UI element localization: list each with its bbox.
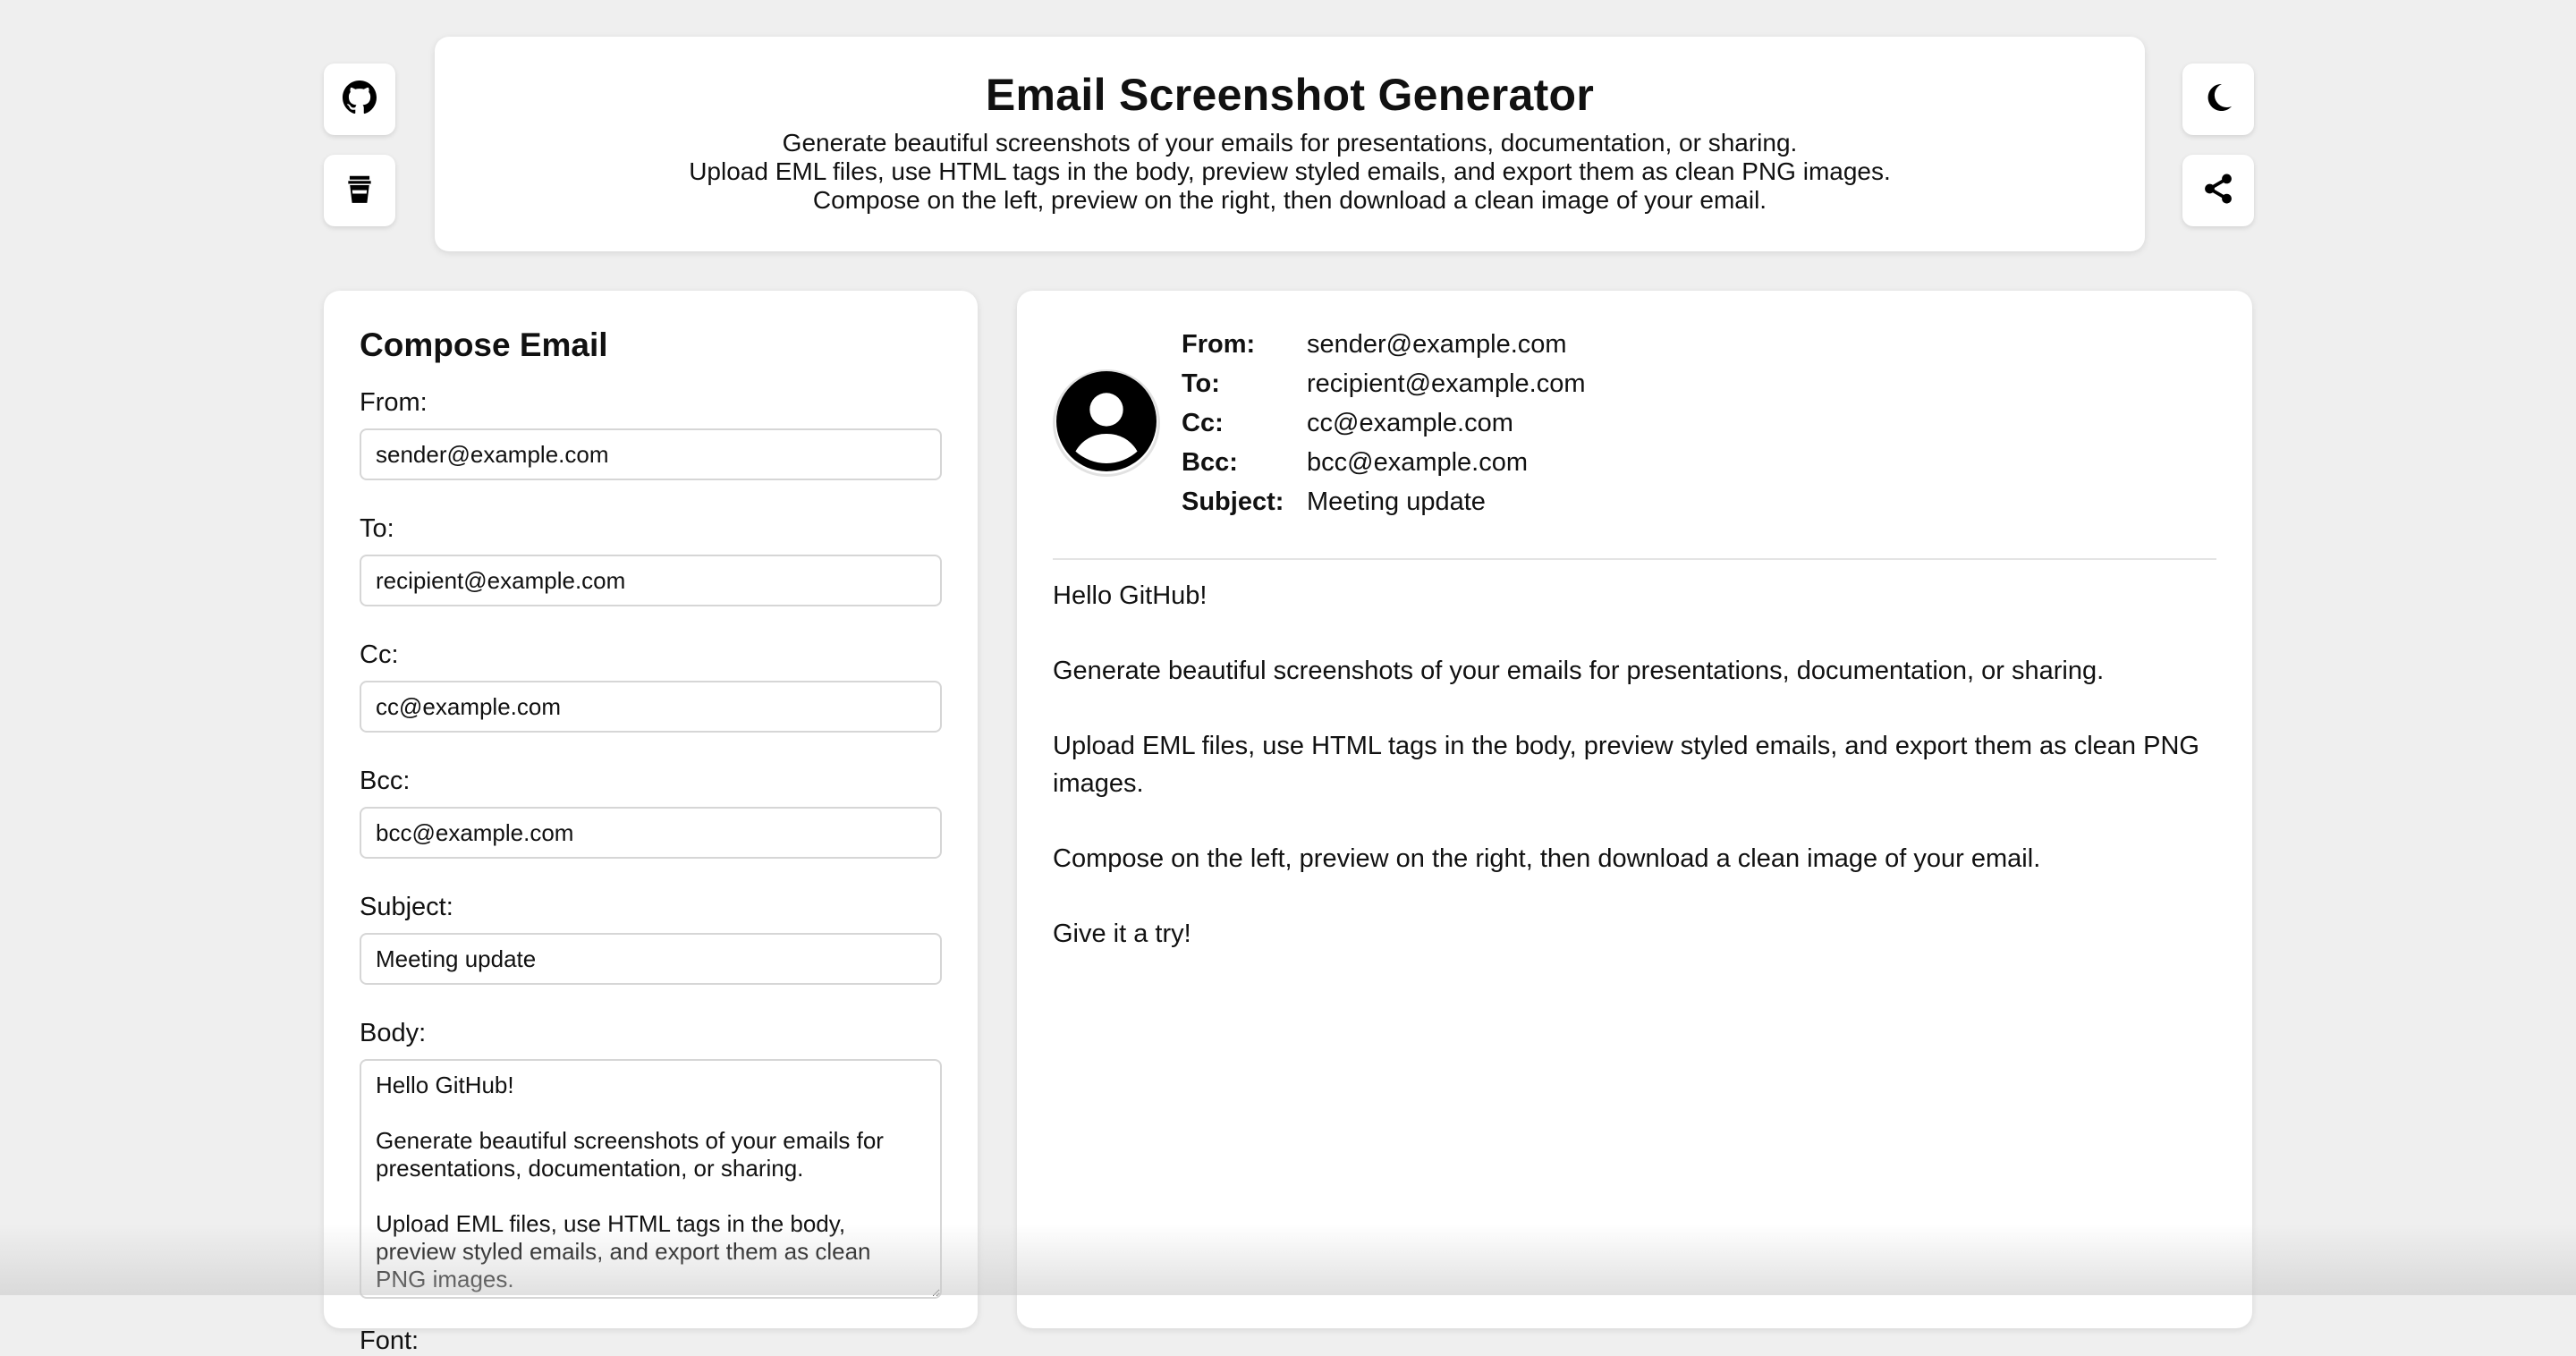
dark-mode-toggle[interactable] xyxy=(2182,64,2254,135)
header-description-line-3: Compose on the left, preview on the righ… xyxy=(812,186,1767,214)
preview-bcc-key: Bcc: xyxy=(1182,448,1238,477)
body-paragraph: Hello GitHub! xyxy=(1053,581,1208,610)
font-label: Font: xyxy=(360,1326,419,1355)
preview-subject-row: Subject: Meeting update xyxy=(1182,482,1586,521)
avatar xyxy=(1053,369,1160,477)
body-paragraph: Compose on the left, preview on the righ… xyxy=(1053,844,2041,873)
to-field[interactable] xyxy=(360,555,942,606)
preview-bcc-value: bcc@example.com xyxy=(1307,448,1529,477)
page-title: Email Screenshot Generator xyxy=(985,70,1595,120)
buy-me-a-coffee-button[interactable] xyxy=(324,155,395,226)
preview-subject-key: Subject: xyxy=(1182,487,1284,516)
header-description-line-2: Upload EML files, use HTML tags in the b… xyxy=(689,157,1891,185)
preview-to-value: recipient@example.com xyxy=(1307,369,1586,398)
cc-label: Cc: xyxy=(360,640,399,669)
body-paragraph: Generate beautiful screenshots of your e… xyxy=(1053,657,2105,685)
share-icon xyxy=(2201,172,2235,210)
bcc-label: Bcc: xyxy=(360,767,411,795)
subject-label: Subject: xyxy=(360,893,453,921)
preview-to-key: To: xyxy=(1182,369,1220,398)
compose-panel: Compose Email From: To: Cc: Bcc: Subject… xyxy=(324,291,978,1355)
body-label: Body: xyxy=(360,1019,427,1047)
body-paragraph: Give it a try! xyxy=(1053,920,1191,948)
bcc-field[interactable] xyxy=(360,807,942,859)
from-label: From: xyxy=(360,388,428,417)
github-icon xyxy=(343,80,377,119)
preview-subject-value: Meeting update xyxy=(1307,487,1486,516)
from-field[interactable] xyxy=(360,428,942,480)
body-textarea[interactable]: Hello GitHub! Generate beautiful screens… xyxy=(360,1059,942,1299)
preview-from-row: From: sender@example.com xyxy=(1182,325,1586,364)
subject-field[interactable] xyxy=(360,933,942,985)
github-button[interactable] xyxy=(324,64,395,135)
body-paragraph: Upload EML files, use HTML tags in the b… xyxy=(1053,732,2199,798)
email-body-preview: Hello GitHub! Generate beautiful screens… xyxy=(1053,577,2216,990)
coffee-cup-icon xyxy=(343,172,377,210)
moon-icon xyxy=(2201,81,2235,119)
preview-from-key: From: xyxy=(1182,330,1256,359)
preview-from-value: sender@example.com xyxy=(1307,330,1567,359)
user-avatar-icon xyxy=(1056,370,1157,476)
preview-cc-row: Cc: cc@example.com xyxy=(1182,403,1586,443)
preview-bcc-row: Bcc: bcc@example.com xyxy=(1182,443,1586,482)
preview-cc-value: cc@example.com xyxy=(1307,409,1513,437)
email-header-fields: From: sender@example.com To: recipient@e… xyxy=(1182,325,1586,521)
email-preview-panel: From: sender@example.com To: recipient@e… xyxy=(1017,291,2252,1328)
header-card: Email Screenshot Generator Generate beau… xyxy=(435,37,2145,251)
cc-field[interactable] xyxy=(360,681,942,733)
share-button[interactable] xyxy=(2182,155,2254,226)
compose-title: Compose Email xyxy=(360,326,608,363)
preview-to-row: To: recipient@example.com xyxy=(1182,364,1586,403)
preview-divider xyxy=(1053,558,2216,560)
preview-cc-key: Cc: xyxy=(1182,409,1224,437)
to-label: To: xyxy=(360,514,394,543)
header-description-line-1: Generate beautiful screenshots of your e… xyxy=(782,129,1798,157)
